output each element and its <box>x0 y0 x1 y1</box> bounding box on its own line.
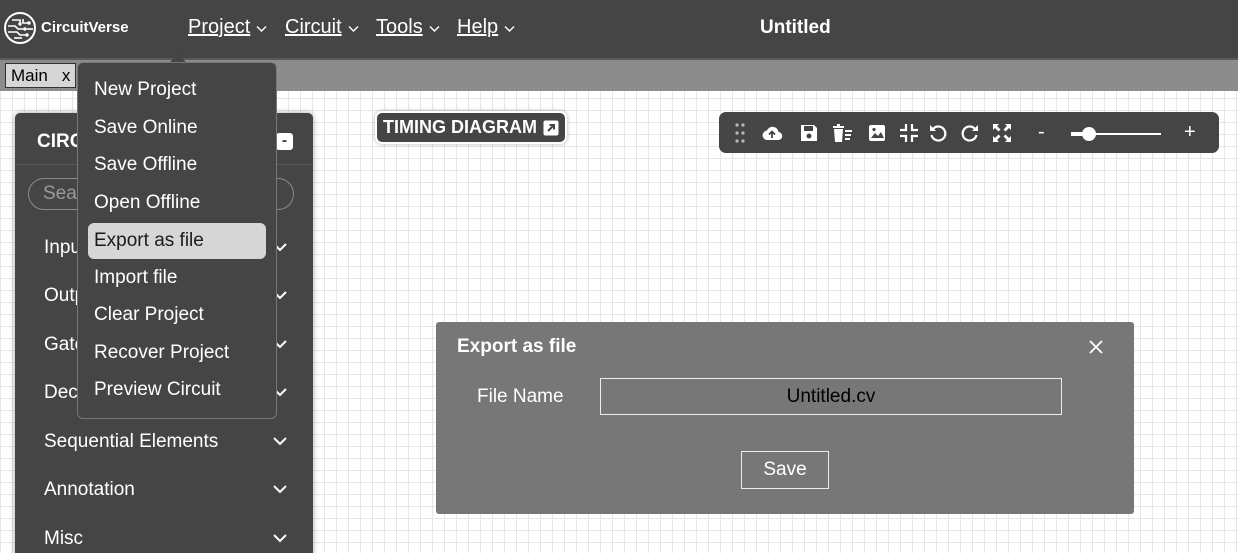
menu-item-new-project[interactable]: New Project <box>88 72 266 108</box>
category-label: Misc <box>44 528 84 549</box>
menu-circuit[interactable]: Circuit <box>285 16 359 39</box>
export-dialog: Export as file File Name Save <box>436 322 1134 514</box>
chevron-down-icon <box>348 16 359 39</box>
fullscreen-icon[interactable] <box>991 122 1013 144</box>
menu-project-label: Project <box>188 16 251 38</box>
zoom-out-button[interactable]: - <box>1038 121 1045 144</box>
chevron-down-icon <box>273 534 287 543</box>
dialog-title: Export as file <box>457 336 577 357</box>
image-icon[interactable] <box>866 122 888 144</box>
category-label: Annotation <box>44 479 135 500</box>
minimize-button[interactable]: - <box>276 133 293 150</box>
menu-circuit-label: Circuit <box>285 16 342 38</box>
zoom-slider-handle[interactable] <box>1082 127 1096 141</box>
tab-main[interactable]: Main x <box>5 63 77 88</box>
close-icon[interactable] <box>1088 339 1104 355</box>
external-link-icon <box>543 120 559 135</box>
menu-item-save-offline[interactable]: Save Offline <box>88 147 266 183</box>
zoom-in-button[interactable]: + <box>1184 121 1196 144</box>
project-title[interactable]: Untitled <box>760 17 831 39</box>
zoom-slider[interactable] <box>1071 127 1161 141</box>
menu-help[interactable]: Help <box>457 16 515 39</box>
category-misc[interactable]: Misc <box>15 520 313 553</box>
top-navbar: CircuitVerse Project Circuit Tools Help … <box>0 0 1238 58</box>
menu-help-label: Help <box>457 16 499 38</box>
timing-diagram-label: TIMING DIAGRAM <box>383 117 537 137</box>
menu-item-import-file[interactable]: Import file <box>88 260 266 296</box>
circuitverse-logo-icon[interactable] <box>3 10 37 46</box>
category-label: Sequential Elements <box>44 431 219 452</box>
save-button[interactable]: Save <box>741 451 829 489</box>
menu-project[interactable]: Project <box>188 16 267 39</box>
menu-item-save-online[interactable]: Save Online <box>88 110 266 146</box>
menu-item-clear-project[interactable]: Clear Project <box>88 297 266 333</box>
delete-list-icon[interactable] <box>831 122 853 144</box>
tab-close-button[interactable]: x <box>62 64 71 87</box>
dropdown-caret <box>170 54 186 62</box>
menu-item-recover-project[interactable]: Recover Project <box>88 335 266 371</box>
menu-item-open-offline[interactable]: Open Offline <box>88 185 266 221</box>
tab-label: Main <box>11 66 48 85</box>
project-dropdown-menu: New Project Save Online Save Offline Ope… <box>77 62 277 419</box>
brand-name[interactable]: CircuitVerse <box>41 19 129 36</box>
drag-handle-icon[interactable] <box>729 122 751 144</box>
chevron-down-icon <box>273 437 287 446</box>
chevron-down-icon <box>429 16 440 39</box>
timing-diagram-button[interactable]: TIMING DIAGRAM <box>377 113 565 142</box>
file-name-input[interactable] <box>600 378 1062 415</box>
chevron-down-icon <box>504 16 515 39</box>
file-name-label: File Name <box>477 386 564 407</box>
save-icon[interactable] <box>798 122 820 144</box>
chevron-down-icon <box>256 16 267 39</box>
undo-icon[interactable] <box>927 122 949 144</box>
quick-toolbar: - + <box>719 112 1219 153</box>
cloud-upload-icon[interactable] <box>761 122 783 144</box>
menu-tools-label: Tools <box>376 16 423 38</box>
category-sequential-elements[interactable]: Sequential Elements <box>15 423 313 463</box>
category-annotation[interactable]: Annotation <box>15 471 313 511</box>
menu-item-export-as-file[interactable]: Export as file <box>88 223 266 259</box>
menu-tools[interactable]: Tools <box>376 16 440 39</box>
menu-item-preview-circuit[interactable]: Preview Circuit <box>88 372 266 408</box>
redo-icon[interactable] <box>959 122 981 144</box>
chevron-down-icon <box>273 485 287 494</box>
fit-to-screen-icon[interactable] <box>898 122 920 144</box>
